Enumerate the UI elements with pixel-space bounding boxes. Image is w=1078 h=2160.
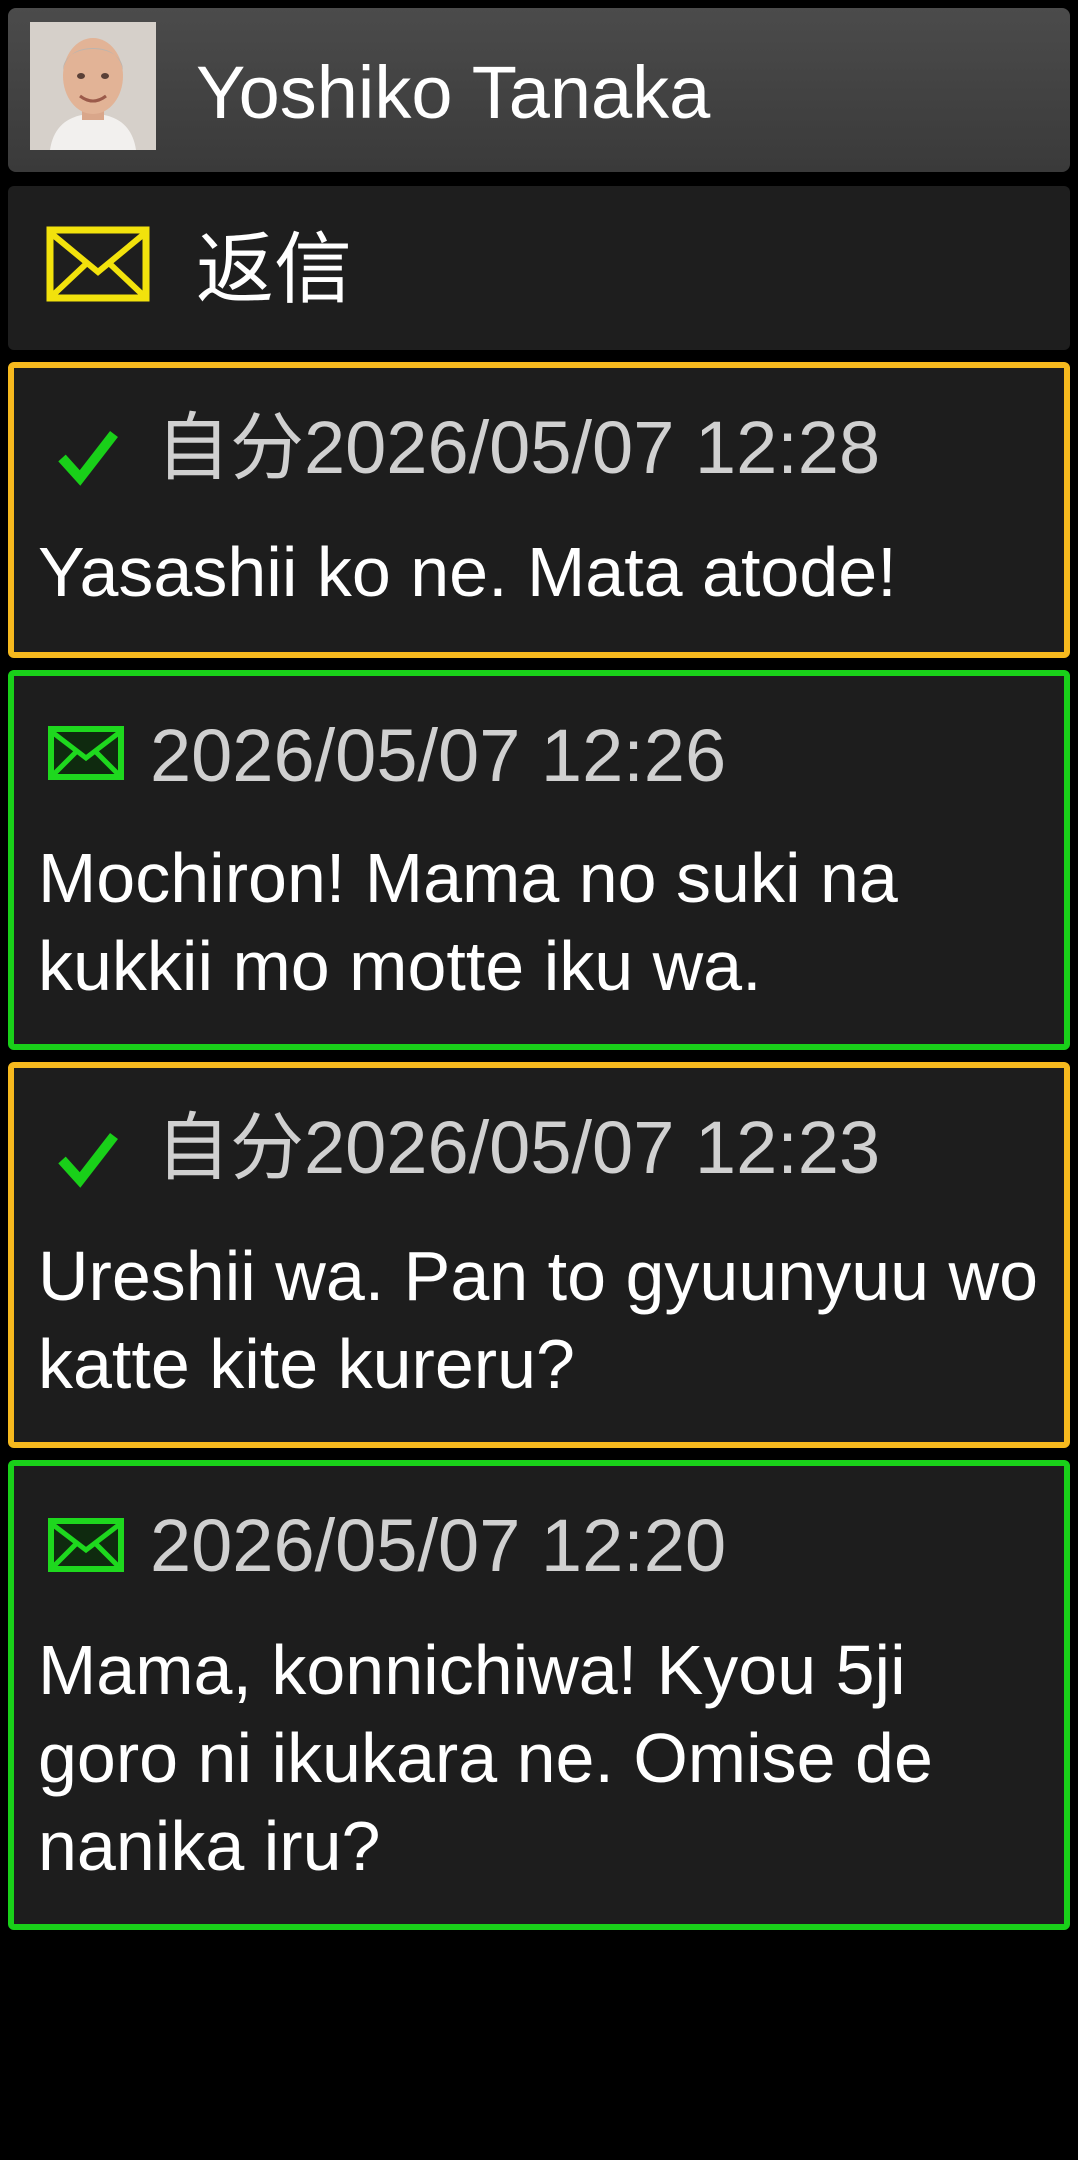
check-icon <box>58 1132 118 1188</box>
check-icon <box>58 430 118 486</box>
envelope-icon <box>48 1518 124 1572</box>
message-text: Yasashii ko ne. Mata atode! <box>38 533 897 611</box>
contact-name: Yoshiko Tanaka <box>196 51 711 134</box>
message-item[interactable]: 2026/05/07 12:20 Mama, konnichiwa! Kyou … <box>8 1460 1070 1930</box>
message-text: Mama, konnichiwa! Kyou 5ji goro ni ikuka… <box>38 1631 933 1885</box>
message-text: Ureshii wa. Pan to gyuunyuu wo katte kit… <box>38 1237 1038 1403</box>
reply-button[interactable]: 返信 <box>8 186 1070 350</box>
contact-avatar[interactable] <box>30 22 156 150</box>
envelope-icon <box>46 226 150 302</box>
message-timestamp: 2026/05/07 12:26 <box>150 714 727 797</box>
message-text: Mochiron! Mama no suki na kukkii mo mott… <box>38 839 898 1005</box>
message-item[interactable]: 自分2026/05/07 12:23 Ureshii wa. Pan to gy… <box>8 1062 1070 1448</box>
message-timestamp: 2026/05/07 12:20 <box>150 1504 727 1587</box>
message-timestamp: 自分2026/05/07 12:28 <box>156 406 881 489</box>
message-timestamp: 自分2026/05/07 12:23 <box>156 1106 881 1189</box>
message-item[interactable]: 2026/05/07 12:26 Mochiron! Mama no suki … <box>8 670 1070 1050</box>
message-item[interactable]: 自分2026/05/07 12:28 Yasashii ko ne. Mata … <box>8 362 1070 658</box>
envelope-icon <box>48 726 124 780</box>
contact-header: Yoshiko Tanaka <box>8 8 1070 172</box>
reply-label: 返信 <box>196 225 353 313</box>
